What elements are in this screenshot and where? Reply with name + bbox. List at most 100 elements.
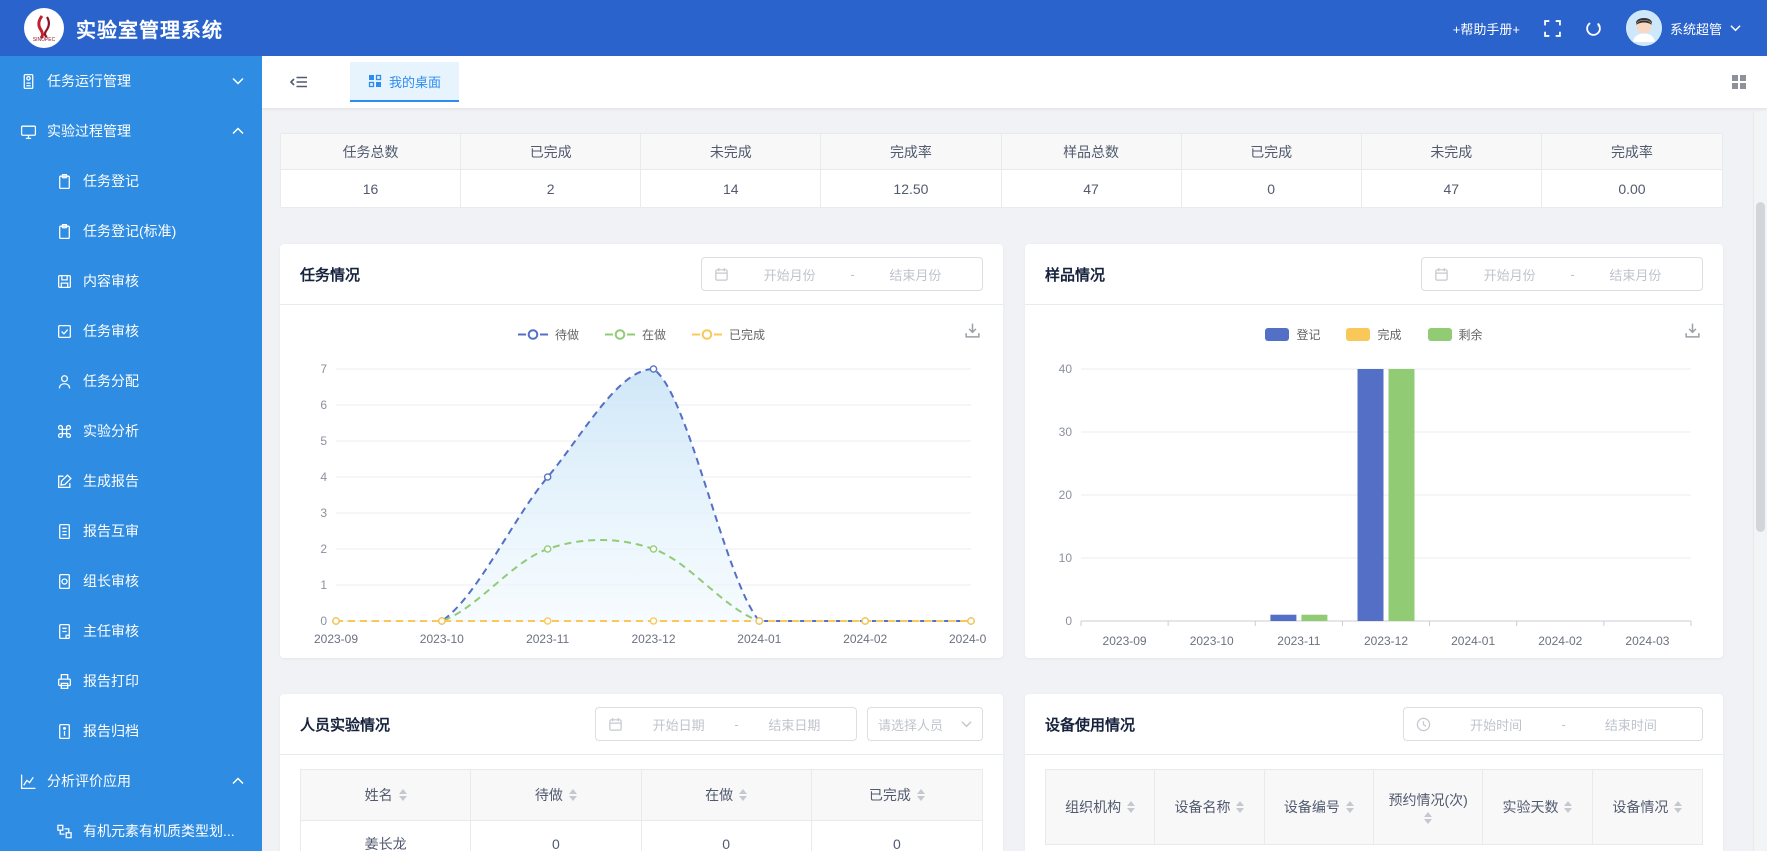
username[interactable]: 系统超管	[1670, 19, 1722, 38]
table-cell: 0	[471, 820, 642, 851]
sidebar-item-13[interactable]: 报告归档	[0, 706, 262, 756]
sidebar-item-11[interactable]: 主任审核	[0, 606, 262, 656]
layout-grid-icon[interactable]	[1731, 74, 1747, 90]
dashboard-page: 任务总数 已完成 未完成 完成率 样品总数 已完成 未完成 完成率 16 2 14 12.50 47 0 4…	[262, 108, 1767, 851]
app-title: 实验室管理系统	[76, 19, 223, 42]
sidebar-item-label: 任务运行管理	[47, 73, 131, 89]
sidebar-item-6[interactable]: 任务分配	[0, 356, 262, 406]
sidebar-item-0[interactable]: 任务运行管理	[0, 56, 262, 106]
svg-text:0: 0	[320, 614, 327, 628]
sidebar-item-label: 任务分配	[83, 373, 139, 389]
stats-header-7: 完成率	[1541, 134, 1722, 170]
column-label: 设备名称	[1174, 799, 1231, 815]
sort-icon[interactable]	[568, 789, 577, 801]
scrollbar[interactable]	[1753, 112, 1767, 851]
fullscreen-icon[interactable]	[1544, 19, 1561, 37]
user-menu[interactable]: 系统超管	[1625, 10, 1741, 46]
sort-icon[interactable]	[916, 789, 925, 801]
sidebar-item-1[interactable]: 实验过程管理	[0, 106, 262, 156]
sort-icon[interactable]	[1345, 801, 1354, 813]
panel-title: 设备使用情况	[1045, 716, 1136, 734]
help-manual-link[interactable]: +帮助手册+	[1453, 19, 1520, 38]
sidebar-item-5[interactable]: 任务审核	[0, 306, 262, 356]
column-header[interactable]: 在做	[641, 770, 812, 820]
column-label: 设备编号	[1283, 799, 1340, 815]
stats-header-6: 未完成	[1361, 134, 1542, 170]
column-header[interactable]: 组织机构	[1046, 770, 1156, 844]
personnel-select[interactable]: 请选择人员	[867, 707, 983, 741]
sidebar-item-10[interactable]: 组长审核	[0, 556, 262, 606]
app-header: SINOPEC 实验室管理系统 +帮助手册+ 系统超管	[0, 0, 1767, 56]
sort-icon[interactable]	[1564, 801, 1573, 813]
column-header[interactable]: 设备情况	[1592, 770, 1702, 844]
sample-month-range-picker[interactable]: 开始月份 - 结束月份	[1421, 257, 1703, 291]
equipment-time-range-picker[interactable]: 开始时间 - 结束时间	[1403, 707, 1703, 741]
refresh-icon[interactable]	[1585, 20, 1602, 37]
sort-icon[interactable]	[398, 789, 407, 801]
legend-label: 完成	[1377, 327, 1402, 342]
table-cell: 姜长龙	[301, 820, 472, 851]
panel-title: 样品情况	[1045, 266, 1106, 284]
legend-item[interactable]: 在做	[604, 326, 666, 343]
sort-icon[interactable]	[1424, 812, 1433, 824]
svg-text:2023-10: 2023-10	[420, 632, 464, 646]
svg-text:30: 30	[1059, 425, 1073, 439]
svg-text:2024-01: 2024-01	[737, 632, 781, 646]
sidebar-item-7[interactable]: 实验分析	[0, 406, 262, 456]
svg-text:10: 10	[1059, 551, 1073, 565]
legend-item[interactable]: 剩余	[1427, 326, 1483, 343]
legend-item[interactable]: 登记	[1265, 326, 1320, 343]
sidebar-item-4[interactable]: 内容审核	[0, 256, 262, 306]
sidebar-item-9[interactable]: 报告互审	[0, 506, 262, 556]
legend-label: 在做	[641, 327, 666, 342]
doc-lines-icon	[56, 523, 73, 540]
sidebar-item-label: 任务登记(标准)	[83, 223, 177, 239]
column-header[interactable]: 姓名	[301, 770, 472, 820]
sort-icon[interactable]	[1236, 801, 1245, 813]
svg-text:1: 1	[320, 578, 327, 592]
sample-chart-legend: 登记 完成 剩余	[1025, 321, 1723, 347]
personnel-date-range-picker[interactable]: 开始日期 - 结束日期	[595, 707, 857, 741]
avatar[interactable]	[1625, 10, 1662, 46]
sort-icon[interactable]	[1674, 801, 1683, 813]
start-date-placeholder: 开始日期	[652, 717, 705, 733]
sidebar-item-label: 内容审核	[83, 273, 139, 289]
table-row: 姜长龙 0 0 0	[301, 820, 982, 851]
legend-item[interactable]: 待做	[517, 326, 579, 343]
tab-my-desktop[interactable]: 我的桌面	[350, 62, 460, 102]
tab-bar: 我的桌面	[262, 56, 1767, 108]
column-header[interactable]: 已完成	[811, 770, 982, 820]
sidebar-collapse-icon[interactable]	[290, 74, 308, 90]
sidebar-item-3[interactable]: 任务登记(标准)	[0, 206, 262, 256]
scrollbar-thumb[interactable]	[1756, 202, 1765, 532]
sidebar-item-2[interactable]: 任务登记	[0, 156, 262, 206]
column-header[interactable]: 实验天数	[1483, 770, 1593, 844]
start-time-placeholder: 开始时间	[1470, 717, 1523, 733]
svg-text:3: 3	[320, 506, 327, 520]
sidebar-item-12[interactable]: 报告打印	[0, 656, 262, 706]
sidebar-item-14[interactable]: 分析评价应用	[0, 756, 262, 806]
sort-icon[interactable]	[739, 789, 748, 801]
legend-swatch-icon	[1427, 327, 1452, 341]
archive-icon	[56, 723, 73, 740]
task-month-range-picker[interactable]: 开始月份 - 结束月份	[701, 257, 983, 291]
sort-icon[interactable]	[1127, 801, 1136, 813]
download-icon[interactable]	[1684, 322, 1701, 339]
sidebar-item-label: 实验过程管理	[47, 123, 131, 139]
svg-text:2023-12: 2023-12	[1364, 634, 1408, 648]
chevron-up-icon	[232, 127, 244, 135]
column-header[interactable]: 设备名称	[1155, 770, 1265, 844]
svg-text:2023-10: 2023-10	[1190, 634, 1234, 648]
stats-header-3: 完成率	[821, 134, 1002, 170]
stats-value-6: 47	[1361, 170, 1542, 207]
task-line-chart: 0 1 2 3 4 5 6 7 2023-09 2023-10 2023-11 2023-12 2024…	[314, 362, 993, 646]
column-header[interactable]: 待做	[471, 770, 642, 820]
download-icon[interactable]	[964, 322, 981, 339]
column-header[interactable]: 预约情况(次)	[1374, 770, 1484, 844]
sidebar-item-8[interactable]: 生成报告	[0, 456, 262, 506]
stats-header-0: 任务总数	[281, 134, 462, 170]
sidebar-item-15[interactable]: 有机元素有机质类型划...	[0, 806, 262, 851]
column-header[interactable]: 设备编号	[1264, 770, 1374, 844]
legend-item[interactable]: 完成	[1346, 326, 1402, 343]
legend-item[interactable]: 已完成	[692, 326, 765, 343]
